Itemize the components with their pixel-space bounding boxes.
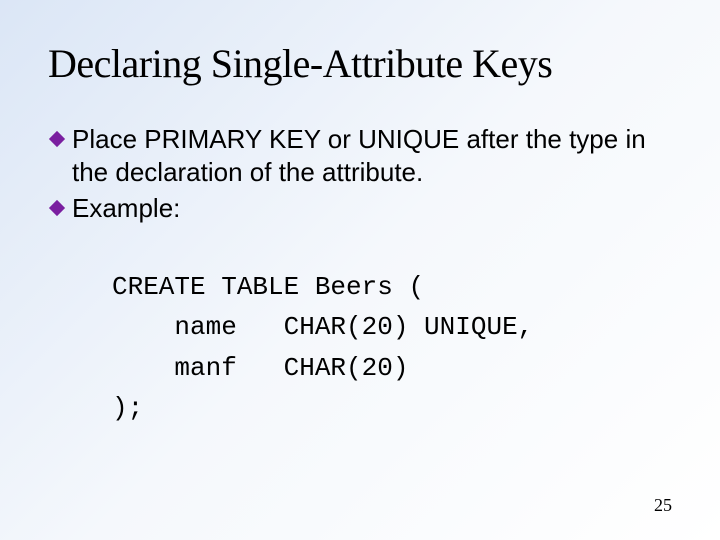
code-line: CREATE TABLE Beers ( [112,272,424,302]
bullet-text: Place PRIMARY KEY or UNIQUE after the ty… [72,123,672,190]
code-line: manf CHAR(20) [112,353,408,383]
diamond-shape [49,199,65,215]
diamond-shape [49,131,65,147]
slide-body: Place PRIMARY KEY or UNIQUE after the ty… [48,123,672,469]
code-line: ); [112,393,143,423]
slide-title: Declaring Single-Attribute Keys [48,40,672,87]
code-line: name CHAR(20) UNIQUE, [112,312,533,342]
bullet-item: Place PRIMARY KEY or UNIQUE after the ty… [48,123,672,190]
bullet-text: Example: [72,192,672,225]
diamond-bullet-icon [48,199,66,217]
page-number: 25 [654,495,672,516]
bullet-item: Example: [48,192,672,225]
slide: Declaring Single-Attribute Keys Place PR… [0,0,720,540]
diamond-bullet-icon [48,130,66,148]
code-block: CREATE TABLE Beers ( name CHAR(20) UNIQU… [48,227,672,469]
